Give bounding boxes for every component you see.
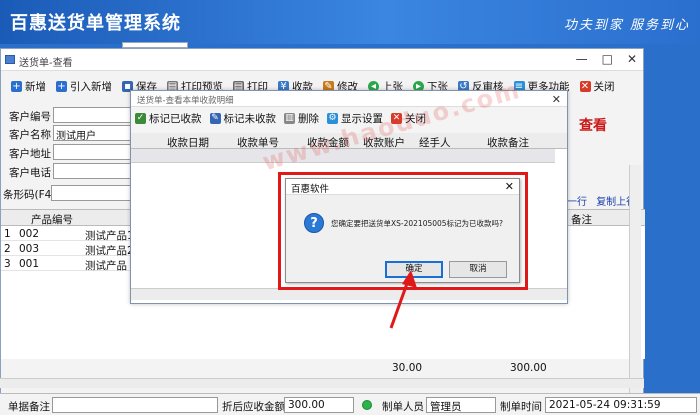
qty-total: 30.00 bbox=[392, 362, 423, 374]
product-name-cell[interactable]: 测试产品2 bbox=[85, 243, 134, 258]
amount-total: 300.00 bbox=[510, 362, 547, 374]
row-number: 3 bbox=[4, 258, 11, 270]
product-code-cell[interactable]: 001 bbox=[19, 258, 39, 270]
product-code-cell[interactable]: 003 bbox=[19, 243, 39, 255]
barcode-field: 条形码(F4) bbox=[3, 185, 133, 202]
product-code-cell[interactable]: 002 bbox=[19, 228, 39, 240]
customer-name-input[interactable]: 测试用户 bbox=[53, 125, 133, 142]
cancel-button[interactable]: 取消 bbox=[449, 261, 507, 278]
remark-input[interactable] bbox=[52, 397, 218, 413]
product-name-cell[interactable]: 测试产品1 bbox=[85, 228, 134, 243]
col-product-code: 产品编号 bbox=[31, 214, 73, 226]
question-icon: ? bbox=[304, 213, 324, 233]
app-title: 百惠送货单管理系统 bbox=[10, 13, 181, 34]
row-number: 2 bbox=[4, 243, 11, 255]
delete-icon: ▥ bbox=[284, 113, 295, 124]
remark-label: 单据备注 bbox=[8, 401, 50, 413]
window-icon bbox=[5, 55, 15, 64]
row-number: 1 bbox=[4, 228, 11, 240]
settings-icon: ⚙ bbox=[327, 113, 338, 124]
product-name-cell[interactable]: 测试产品 bbox=[85, 258, 127, 273]
customer-name-label: 客户名称 bbox=[9, 129, 51, 141]
close-button[interactable]: ✕ 关闭 bbox=[576, 75, 621, 97]
customer-address-input[interactable] bbox=[53, 144, 133, 160]
status-indicator-icon bbox=[362, 400, 372, 410]
maker-label: 制单人员 bbox=[382, 401, 424, 413]
barcode-input[interactable] bbox=[51, 185, 133, 201]
barcode-label: 条形码(F4) bbox=[3, 189, 56, 201]
window-title: 送货单-查看 bbox=[19, 58, 73, 69]
time-input[interactable]: 2021-05-24 09:31:59 bbox=[545, 397, 697, 413]
totals-row: 30.00 300.00 bbox=[0, 362, 644, 376]
customer-code-label: 客户编号 bbox=[9, 111, 51, 123]
dialog-close-button[interactable]: ✕ bbox=[505, 180, 514, 193]
dialog-titlebar: 百惠软件 ✕ bbox=[286, 179, 519, 195]
plus-icon: + bbox=[56, 80, 67, 92]
customer-phone-input[interactable] bbox=[53, 163, 133, 179]
app-slogan: 功夫到家 服务到心 bbox=[563, 18, 690, 33]
discount-amount-label: 折后应收金额 bbox=[222, 401, 285, 413]
close-window-button[interactable]: ✕ bbox=[627, 52, 637, 66]
discount-amount-input[interactable]: 300.00 bbox=[284, 397, 354, 413]
col-receipt-remark: 收款备注 bbox=[487, 137, 529, 149]
plus-icon: + bbox=[11, 80, 22, 92]
app-banner: 百惠送货单管理系统 功夫到家 服务到心 bbox=[0, 0, 700, 48]
dialog-message: 您确定要把送货单XS-202105005标记为已收款吗? bbox=[331, 219, 504, 228]
mark-received-icon: ✓ bbox=[135, 113, 146, 124]
col-handler: 经手人 bbox=[419, 137, 451, 149]
minimize-button[interactable]: — bbox=[576, 52, 588, 66]
import-new-button[interactable]: + 引入新增 bbox=[52, 75, 118, 97]
pointer-arrow-icon bbox=[389, 270, 417, 329]
col-receipt-date: 收款日期 bbox=[167, 137, 209, 149]
mark-unreceived-icon: ✎ bbox=[209, 113, 221, 124]
customer-code-input[interactable] bbox=[53, 107, 133, 123]
close-icon: ✕ bbox=[579, 80, 591, 92]
customer-phone-label: 客户电话 bbox=[9, 167, 51, 179]
dialog-title: 百惠软件 bbox=[291, 184, 330, 195]
window-titlebar: 送货单-查看 — □ ✕ bbox=[1, 49, 643, 71]
new-button[interactable]: + 新增 bbox=[7, 75, 52, 97]
vertical-scrollbar[interactable] bbox=[629, 165, 641, 393]
maximize-button[interactable]: □ bbox=[602, 52, 613, 66]
customer-address-label: 客户地址 bbox=[9, 148, 51, 160]
delete-button[interactable]: ▥ 删除 bbox=[284, 111, 319, 126]
horizontal-scrollbar[interactable] bbox=[0, 378, 644, 388]
row-actions: 一行 复制上行 bbox=[567, 193, 636, 208]
time-label: 制单时间 bbox=[500, 401, 542, 413]
col-remark: 备注 bbox=[571, 214, 592, 226]
maker-input[interactable]: 管理员 bbox=[426, 397, 496, 413]
view-mode-mark: 查看 bbox=[579, 118, 607, 134]
footer-bar: 单据备注 折后应收金额 300.00 制单人员 管理员 制单时间 2021-05… bbox=[0, 393, 700, 415]
line-op-link[interactable]: 一行 bbox=[567, 197, 587, 208]
mark-unreceived-button[interactable]: ✎ 标记未收款 bbox=[209, 111, 276, 126]
mark-received-button[interactable]: ✓ 标记已收款 bbox=[135, 111, 202, 126]
receipt-window-close-button[interactable]: ✕ bbox=[552, 93, 561, 106]
